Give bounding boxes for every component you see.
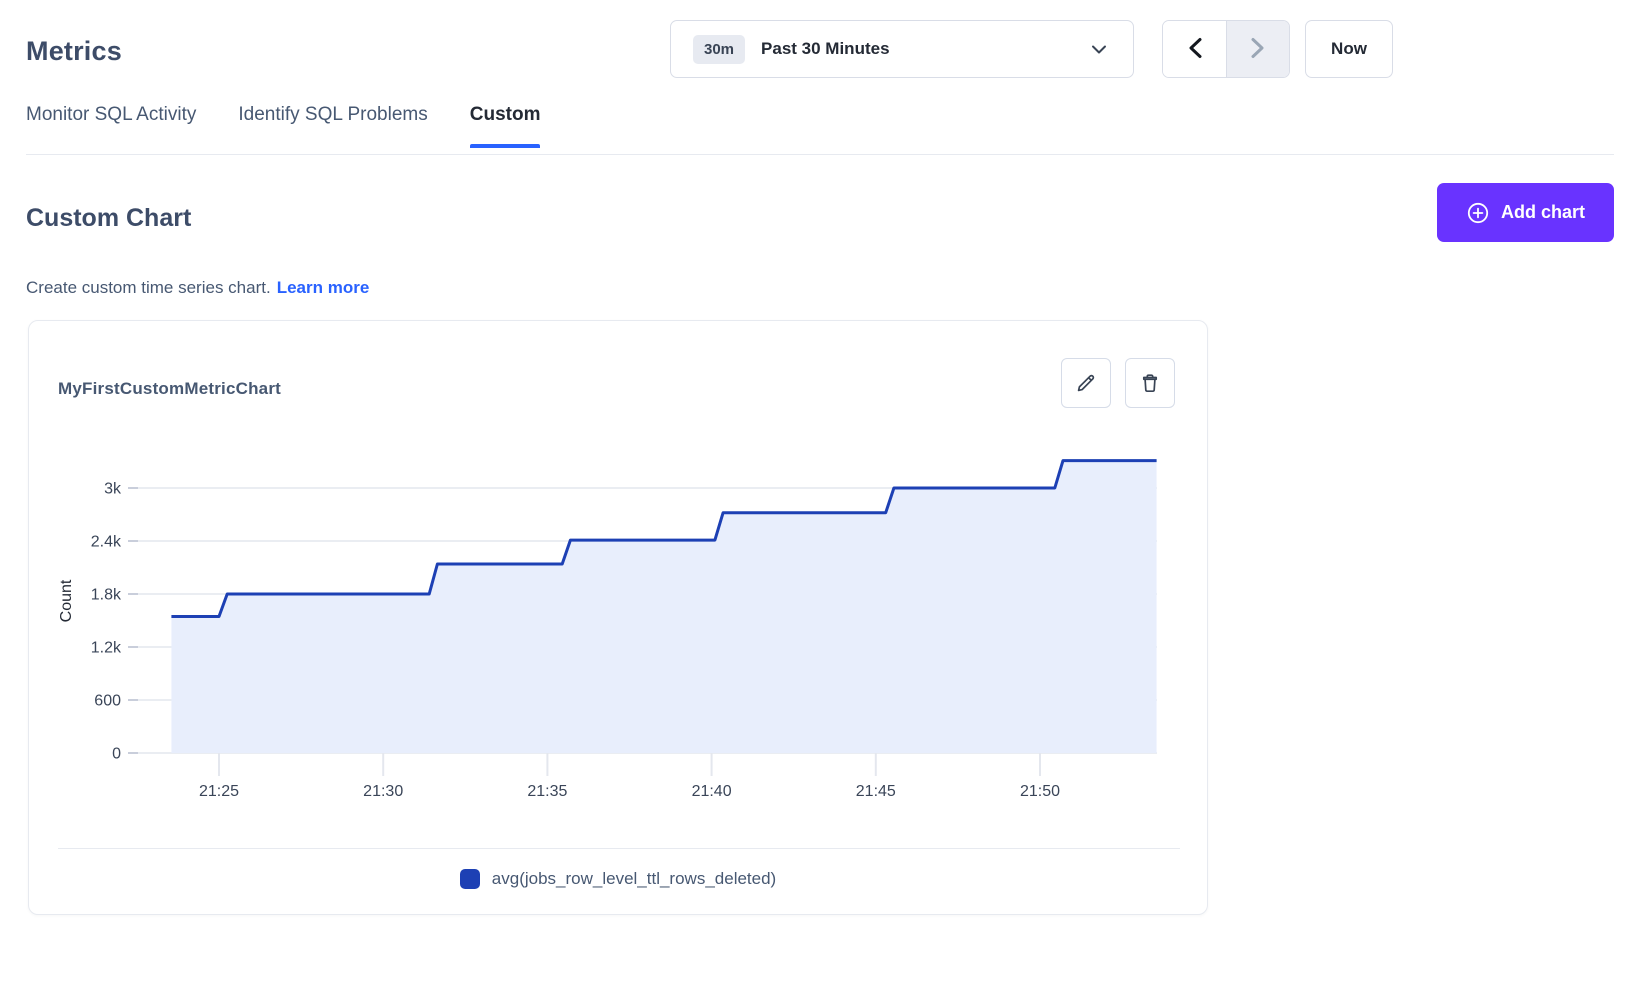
next-range-button[interactable]: [1226, 21, 1289, 77]
edit-chart-button[interactable]: [1061, 358, 1111, 408]
add-chart-button[interactable]: Add chart: [1437, 183, 1614, 242]
x-tick-label: 21:45: [856, 783, 896, 800]
y-axis-title: Count: [58, 579, 75, 622]
learn-more-link[interactable]: Learn more: [277, 278, 370, 297]
time-range-badge: 30m: [693, 35, 745, 64]
y-tick-label: 2.4k: [91, 534, 122, 551]
series-color-swatch: [460, 869, 480, 889]
time-range-dropdown[interactable]: 30m Past 30 Minutes: [670, 20, 1134, 78]
now-button[interactable]: Now: [1305, 20, 1393, 78]
pencil-icon: [1074, 371, 1098, 395]
section-subtitle: Create custom time series chart. Learn mo…: [26, 278, 369, 298]
tab-monitor-sql-activity[interactable]: Monitor SQL Activity: [26, 104, 196, 148]
plus-circle-icon: [1466, 201, 1490, 225]
tab-identify-sql-problems[interactable]: Identify SQL Problems: [238, 104, 427, 148]
chart-title: MyFirstCustomMetricChart: [58, 379, 281, 399]
page-title: Metrics: [26, 36, 122, 67]
y-tick-label: 3k: [104, 481, 122, 498]
legend-item[interactable]: avg(jobs_row_level_ttl_rows_deleted): [29, 869, 1207, 889]
chart-canvas[interactable]: 0 600 1.2k 1.8k 2.4k 3k 21:25 21:30 21:35 21:40 21…: [29, 321, 1209, 916]
y-tick-label: 1.8k: [91, 587, 122, 604]
x-tick-label: 21:40: [692, 783, 732, 800]
series-area: [171, 461, 1156, 753]
y-tick-label: 600: [94, 693, 121, 710]
x-tick-label: 21:25: [199, 783, 239, 800]
y-tick-label: 0: [112, 746, 121, 763]
custom-chart-card: 0 600 1.2k 1.8k 2.4k 3k 21:25 21:30 21:35 21:40 21…: [28, 320, 1208, 915]
tab-custom[interactable]: Custom: [470, 104, 541, 148]
section-title: Custom Chart: [26, 204, 191, 233]
time-range-label: Past 30 Minutes: [761, 39, 890, 59]
legend-divider: [58, 848, 1180, 849]
chevron-down-icon: [1091, 44, 1107, 55]
add-chart-label: Add chart: [1501, 202, 1585, 223]
series-legend-label: avg(jobs_row_level_ttl_rows_deleted): [492, 869, 776, 889]
y-tick-label: 1.2k: [91, 640, 122, 657]
x-tick-label: 21:50: [1020, 783, 1060, 800]
chevron-right-icon: [1250, 37, 1266, 62]
trash-icon: [1138, 371, 1162, 395]
time-range-arrows: [1162, 20, 1290, 78]
previous-range-button[interactable]: [1163, 21, 1226, 77]
x-tick-label: 21:35: [527, 783, 567, 800]
subtitle-text: Create custom time series chart.: [26, 278, 271, 297]
x-tick-label: 21:30: [363, 783, 403, 800]
metrics-tabs: Monitor SQL Activity Identify SQL Proble…: [26, 104, 540, 148]
trash-icon-button[interactable]: [1125, 358, 1175, 408]
metrics-page: Metrics 30m Past 30 Minutes Now Monitor …: [0, 0, 1650, 982]
chevron-left-icon: [1187, 37, 1203, 62]
tabs-divider: [26, 154, 1614, 155]
